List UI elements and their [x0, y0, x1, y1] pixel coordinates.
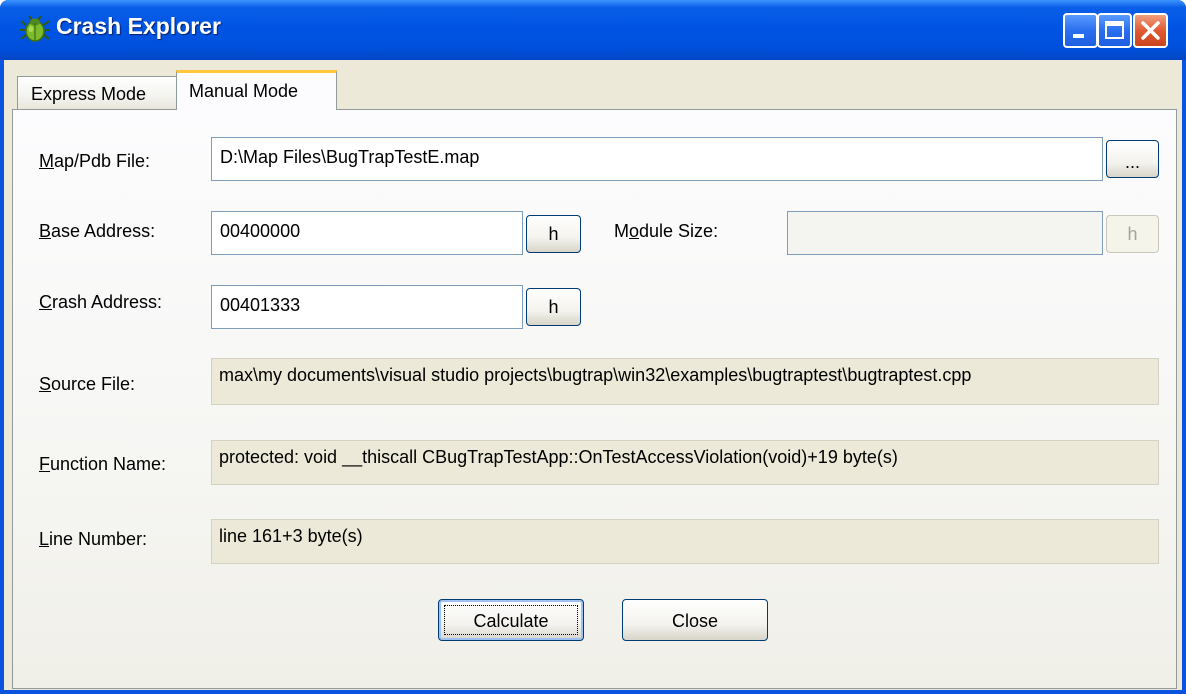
- source-file-label: Source File:: [39, 374, 136, 394]
- source-file-value: max\my documents\visual studio projects\…: [211, 358, 1159, 405]
- bug-icon: [20, 15, 50, 42]
- tab-label: Express Mode: [31, 84, 147, 104]
- manual-mode-panel: Map/Pdb File: D:\Map Files\BugTrapTestE.…: [12, 109, 1177, 689]
- function-name-label: Function Name:: [39, 454, 167, 474]
- close-window-button[interactable]: [1133, 13, 1168, 48]
- tab-manual-mode[interactable]: Manual Mode: [176, 70, 337, 110]
- title-bar[interactable]: Crash Explorer: [0, 0, 1186, 60]
- tab-label: Manual Mode: [189, 81, 299, 101]
- maximize-button[interactable]: [1097, 13, 1132, 48]
- module-size-hex-button[interactable]: h: [1106, 215, 1159, 253]
- close-button[interactable]: Close: [622, 599, 768, 641]
- crash-address-hex-button[interactable]: h: [526, 288, 581, 326]
- line-number-label: Line Number:: [39, 529, 148, 549]
- minimize-icon: [1073, 34, 1084, 38]
- close-icon: [1141, 21, 1160, 40]
- minimize-button[interactable]: [1063, 13, 1098, 48]
- crash-address-label: Crash Address:: [39, 292, 163, 312]
- base-address-label: Base Address:: [39, 221, 156, 241]
- window-title: Crash Explorer: [56, 13, 221, 39]
- crash-address-input[interactable]: 00401333: [211, 285, 523, 329]
- base-address-hex-button[interactable]: h: [526, 215, 581, 253]
- maximize-icon: [1105, 21, 1124, 39]
- crash-explorer-window: Crash Explorer Express Mode Manual Mode: [0, 0, 1186, 694]
- function-name-value: protected: void __thiscall CBugTrapTestA…: [211, 440, 1159, 485]
- map-file-label: Map/Pdb File:: [39, 151, 151, 171]
- focus-rect: [444, 605, 578, 635]
- tab-express-mode[interactable]: Express Mode: [17, 76, 178, 109]
- base-address-input[interactable]: 00400000: [211, 211, 523, 255]
- browse-button[interactable]: ...: [1106, 140, 1159, 178]
- module-size-label: Module Size:: [614, 221, 719, 241]
- line-number-value: line 161+3 byte(s): [211, 519, 1159, 564]
- calculate-button[interactable]: Calculate: [438, 599, 584, 641]
- dialog-client-area: Express Mode Manual Mode Map/Pdb File: D…: [4, 60, 1182, 690]
- module-size-input[interactable]: [787, 211, 1103, 255]
- map-file-input[interactable]: D:\Map Files\BugTrapTestE.map: [211, 137, 1103, 181]
